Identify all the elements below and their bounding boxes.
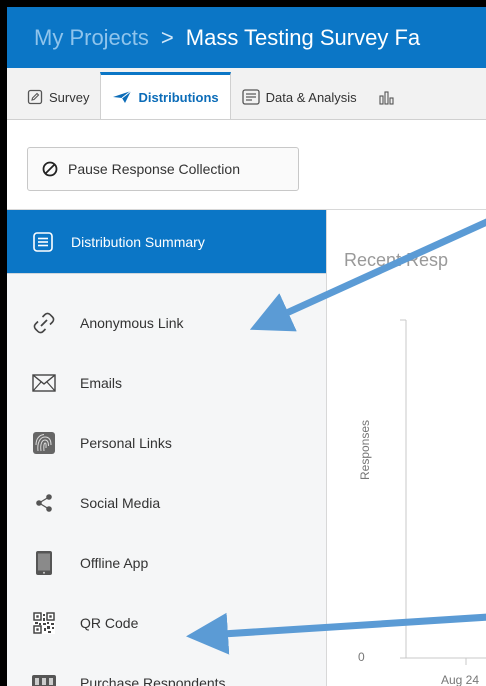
prohibit-icon	[42, 161, 58, 177]
tab-label: Survey	[49, 89, 90, 105]
app-window: My Projects > Mass Testing Survey Fa Sur…	[0, 0, 486, 686]
sidebar-item-label: Purchase Respondents	[80, 675, 226, 686]
sidebar-item-label: Distribution Summary	[71, 233, 205, 250]
pause-button-label: Pause Response Collection	[68, 161, 240, 177]
sidebar-item-anonymous-link[interactable]: Anonymous Link	[7, 293, 326, 353]
pencil-icon	[27, 89, 43, 105]
chart-y-tick: 0	[358, 650, 365, 664]
list-icon	[33, 231, 53, 252]
tab-bar: Survey Distributions Data & Analysis	[7, 68, 486, 120]
sidebar-item-social-media[interactable]: Social Media	[7, 473, 326, 533]
toolbar: Pause Response Collection	[7, 120, 486, 210]
chart-y-axis-label: Responses	[358, 419, 372, 480]
breadcrumb-separator: >	[160, 24, 174, 50]
tablet-icon	[31, 550, 57, 576]
sidebar-item-purchase-respondents[interactable]: Purchase Respondents	[7, 653, 326, 686]
qr-code-icon	[31, 612, 57, 634]
sidebar-item-emails[interactable]: Emails	[7, 353, 326, 413]
panel-icon	[31, 674, 57, 686]
summary-panel: Recent Resp Responses 0 Aug 24	[328, 210, 486, 686]
tab-data-analysis[interactable]: Data & Analysis	[231, 75, 368, 119]
sidebar-item-personal-links[interactable]: Personal Links	[7, 413, 326, 473]
header-bar: My Projects > Mass Testing Survey Fa	[7, 7, 486, 68]
tab-survey[interactable]: Survey	[7, 75, 100, 119]
chart-x-tick: Aug 24	[441, 673, 480, 686]
sidebar-item-label: Offline App	[80, 555, 149, 571]
project-title[interactable]: Mass Testing Survey Fa	[186, 25, 420, 51]
share-icon	[31, 492, 57, 514]
sidebar-item-offline-app[interactable]: Offline App	[7, 533, 326, 593]
sidebar-item-distribution-summary[interactable]: Distribution Summary	[7, 210, 326, 274]
bar-chart-icon	[379, 89, 397, 105]
chart-axes	[400, 319, 486, 665]
sidebar-item-label: Social Media	[80, 495, 161, 511]
tab-distributions[interactable]: Distributions	[100, 72, 231, 119]
sidebar-item-label: Personal Links	[80, 435, 172, 451]
sidebar-item-qr-code[interactable]: QR Code	[7, 593, 326, 653]
pause-response-collection-button[interactable]: Pause Response Collection	[27, 147, 299, 191]
tab-reports[interactable]	[368, 75, 414, 119]
tab-label: Data & Analysis	[265, 89, 357, 105]
fingerprint-icon	[31, 431, 57, 455]
paper-plane-icon	[112, 90, 132, 104]
envelope-icon	[31, 374, 57, 392]
breadcrumb-my-projects[interactable]: My Projects	[34, 25, 149, 51]
document-list-icon	[241, 89, 260, 105]
tab-label: Distributions	[138, 89, 219, 105]
link-icon	[31, 311, 57, 335]
sidebar-item-label: Anonymous Link	[80, 315, 184, 331]
distribution-sidebar: Distribution Summary Anonymous Link Emai…	[7, 210, 327, 686]
sidebar-item-label: QR Code	[80, 615, 139, 631]
sidebar-item-label: Emails	[80, 375, 123, 391]
